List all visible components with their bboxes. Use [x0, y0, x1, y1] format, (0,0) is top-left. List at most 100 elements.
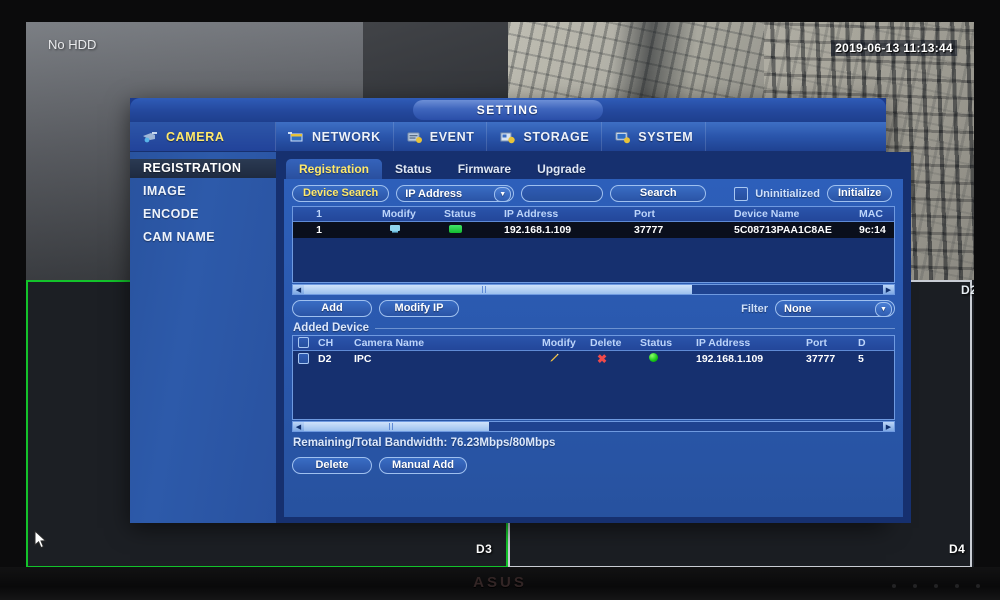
added-device-section: Added Device	[293, 322, 895, 334]
sidebar-item-image[interactable]: IMAGE	[130, 182, 276, 201]
manual-add-button[interactable]: Manual Add	[379, 457, 467, 474]
filter-dropdown[interactable]: None ▼	[775, 300, 895, 317]
th-mac: MAC	[859, 208, 883, 220]
delete-button[interactable]: Delete	[292, 457, 372, 474]
th-ip-address: IP Address	[696, 337, 751, 349]
th-port: Port	[806, 337, 827, 349]
row-checkbox[interactable]	[293, 352, 313, 366]
th-port: Port	[634, 208, 655, 220]
th-delete: Delete	[590, 337, 622, 349]
tab-status[interactable]: Status	[382, 159, 445, 179]
scroll-right-icon[interactable]: ▶	[883, 285, 894, 294]
cell-device-name: 5C08713PAA1C8AE	[734, 224, 832, 236]
device-search-table: 1 Modify Status IP Address Port Device N…	[292, 206, 895, 283]
device-search-hscrollbar[interactable]: ◀ ▶	[292, 284, 895, 295]
cell-port: 37777	[806, 353, 836, 365]
pencil-icon	[550, 353, 559, 362]
scroll-track[interactable]	[304, 422, 883, 431]
row-checkbox-box[interactable]	[297, 352, 309, 364]
bezel-power-button[interactable]	[976, 584, 980, 588]
cell-delete[interactable]: ✖	[585, 352, 635, 366]
bezel-button[interactable]	[955, 584, 959, 588]
added-device-table-header: CH Camera Name Modify Delete Status IP A…	[293, 336, 894, 351]
registration-panel: Device Search IP Address ▼ Search Uninit…	[284, 179, 903, 517]
footer-toolbar: Delete Manual Add	[292, 457, 895, 474]
select-all-checkbox[interactable]	[297, 336, 309, 348]
middle-toolbar: Add Modify IP Filter None ▼	[292, 300, 895, 317]
menu-item-camera[interactable]: CAMERA	[130, 122, 276, 151]
modify-ip-button[interactable]: Modify IP	[379, 300, 459, 317]
bezel-button[interactable]	[913, 584, 917, 588]
channel-label-d2: D2	[961, 283, 974, 297]
table-row[interactable]: 1 192.168.1.109 37777 5C08713PAA1C8AE 9c…	[293, 222, 894, 238]
storage-icon	[500, 132, 516, 143]
dialog-sidebar: REGISTRATION IMAGE ENCODE CAM NAME	[130, 152, 276, 523]
scroll-left-icon[interactable]: ◀	[293, 285, 304, 294]
added-device-hscrollbar[interactable]: ◀ ▶	[292, 421, 895, 432]
status-online-dot	[649, 353, 658, 362]
cell-status	[439, 224, 499, 236]
table-row[interactable]: D2 IPC ✖ 192.168.1.109 37777 5	[293, 351, 894, 367]
scroll-track[interactable]	[304, 285, 883, 294]
cell-mac: 9c:14	[859, 224, 886, 236]
th-camera-name: Camera Name	[354, 337, 425, 349]
th-select-all[interactable]	[293, 336, 313, 350]
menu-item-network[interactable]: NETWORK	[276, 122, 394, 151]
cell-ch: D2	[318, 353, 332, 365]
bezel-buttons[interactable]	[892, 584, 980, 588]
dialog-body: REGISTRATION IMAGE ENCODE CAM NAME Regis…	[130, 152, 911, 523]
menu-item-event-label: EVENT	[429, 129, 475, 144]
th-ip-address: IP Address	[504, 208, 559, 220]
menu-item-storage[interactable]: STORAGE	[487, 122, 603, 151]
chevron-down-icon[interactable]: ▼	[875, 302, 892, 317]
initialize-button[interactable]: Initialize	[827, 185, 893, 202]
scroll-thumb[interactable]	[304, 422, 490, 431]
bandwidth-status: Remaining/Total Bandwidth: 76.23Mbps/80M…	[293, 437, 556, 449]
tab-registration[interactable]: Registration	[286, 159, 383, 179]
tab-bar: Registration Status Firmware Upgrade	[286, 158, 903, 179]
cell-extra: 5	[858, 353, 864, 365]
dialog-titlebar: SETTING	[130, 98, 886, 122]
bezel-button[interactable]	[892, 584, 896, 588]
search-toolbar: Device Search IP Address ▼ Search Uninit…	[292, 185, 895, 202]
scroll-left-icon[interactable]: ◀	[293, 422, 304, 431]
sidebar-item-registration[interactable]: REGISTRATION	[130, 159, 276, 178]
dialog-menubar: CAMERA NETWORK EVENT STORAGE SYSTEM	[130, 122, 886, 152]
search-input[interactable]	[521, 185, 604, 202]
x-icon: ✖	[597, 352, 608, 366]
monitor: No HDD D2 D3 D4 2019-06-13 11:13:44 SETT…	[0, 0, 1000, 600]
cell-modify[interactable]	[537, 352, 585, 366]
bezel-button[interactable]	[934, 584, 938, 588]
table-empty-area	[293, 367, 894, 419]
uninitialized-checkbox[interactable]	[734, 186, 749, 201]
setting-dialog: SETTING CAMERA NETWORK EVENT STORAGE SYS…	[130, 98, 911, 523]
th-index: 1	[316, 208, 322, 220]
cell-ip-address: 192.168.1.109	[504, 224, 572, 236]
tab-upgrade[interactable]: Upgrade	[524, 159, 599, 179]
filter-label: Filter	[741, 302, 768, 315]
tab-firmware[interactable]: Firmware	[445, 159, 524, 179]
network-icon	[288, 131, 303, 141]
add-button[interactable]: Add	[292, 300, 372, 317]
chevron-down-icon[interactable]: ▼	[494, 187, 512, 202]
sidebar-item-cam-name[interactable]: CAM NAME	[130, 228, 276, 247]
search-type-dropdown[interactable]: IP Address ▼	[396, 185, 515, 202]
section-divider	[375, 327, 895, 329]
scroll-thumb[interactable]	[304, 285, 692, 294]
sidebar-item-encode[interactable]: ENCODE	[130, 205, 276, 224]
device-search-button[interactable]: Device Search	[292, 185, 390, 202]
brand-logo: ASUS	[473, 574, 527, 591]
th-modify: Modify	[382, 208, 416, 220]
device-search-table-header: 1 Modify Status IP Address Port Device N…	[293, 207, 894, 222]
search-button[interactable]: Search	[610, 185, 707, 202]
cell-ip-address: 192.168.1.109	[696, 353, 764, 365]
system-icon	[615, 131, 631, 143]
menu-item-system[interactable]: SYSTEM	[602, 122, 707, 151]
cell-modify[interactable]	[377, 223, 439, 237]
scroll-right-icon[interactable]: ▶	[883, 422, 894, 431]
menu-item-event[interactable]: EVENT	[394, 122, 488, 151]
scroll-grip	[482, 286, 489, 293]
th-status: Status	[444, 208, 477, 220]
event-icon	[407, 132, 422, 143]
th-ch: CH	[318, 337, 334, 349]
